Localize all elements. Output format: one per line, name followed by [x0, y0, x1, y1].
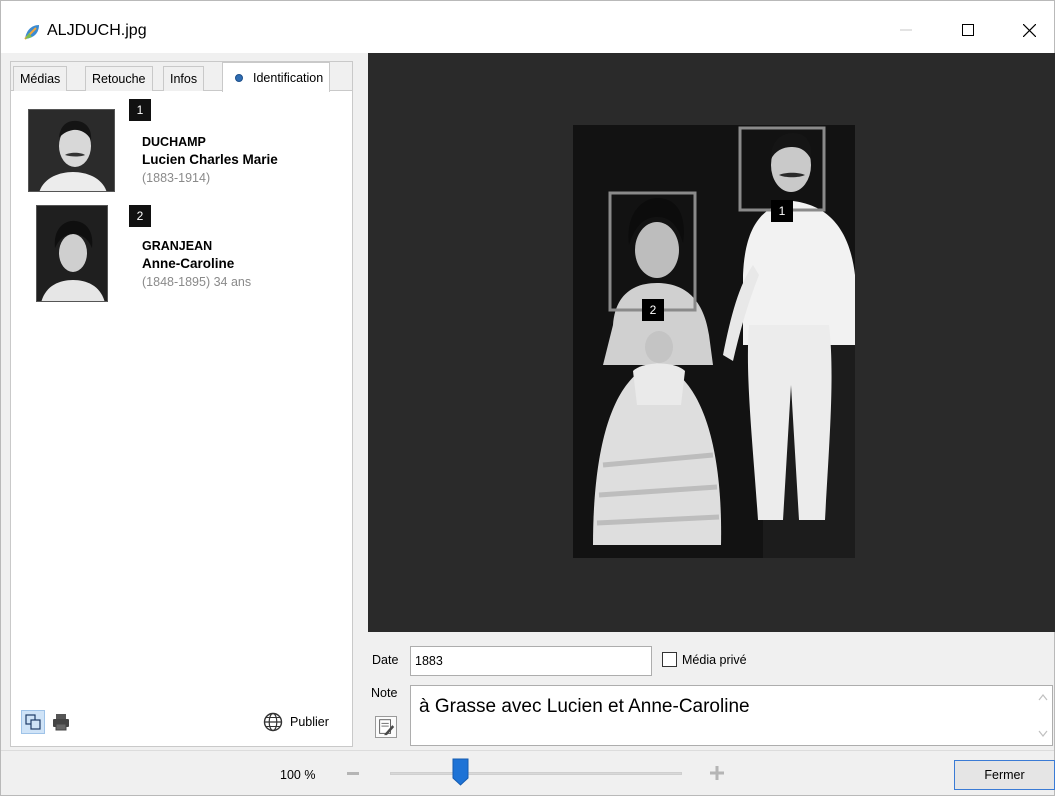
person-item[interactable]: 1 DUCHAMP Lucien Charles Marie (1883-191… — [11, 96, 351, 196]
family-photo-image — [573, 125, 855, 558]
private-media-label: Média privé — [682, 653, 747, 667]
person-dates: (1883-1914) — [142, 171, 211, 185]
person-number-badge: 2 — [129, 205, 151, 227]
person-last-name: DUCHAMP — [142, 135, 206, 149]
note-text: à Grasse avec Lucien et Anne-Caroline — [419, 696, 750, 717]
close-button[interactable]: Fermer — [954, 760, 1055, 790]
overlap-windows-icon — [25, 714, 41, 730]
date-field[interactable] — [410, 646, 652, 676]
minimize-button[interactable] — [883, 15, 929, 45]
face-number-badge[interactable]: 2 — [642, 299, 664, 321]
minimize-icon — [900, 29, 912, 31]
photo-viewer[interactable]: 1 2 — [368, 53, 1055, 632]
title-bar: ALJDUCH.jpg — [1, 1, 1054, 53]
publish-label: Publier — [290, 715, 329, 729]
tab-bar: Médias Retouche Infos Identification — [11, 62, 352, 92]
person-dates: (1848-1895) 34 ans — [142, 275, 252, 289]
maximize-button[interactable] — [945, 15, 991, 45]
person-number-badge: 1 — [129, 99, 151, 121]
person-first-names: Lucien Charles Marie — [142, 152, 278, 167]
family-photo: 1 2 — [573, 125, 855, 558]
tab-infos[interactable]: Infos — [163, 66, 205, 91]
zoom-in-icon[interactable] — [710, 766, 724, 780]
tab-retouche[interactable]: Retouche — [85, 66, 153, 91]
zoom-out-icon[interactable] — [347, 772, 359, 775]
private-media-checkbox[interactable] — [662, 652, 677, 667]
app-window: ALJDUCH.jpg Médias Retouche Infos Identi… — [0, 0, 1055, 796]
maximize-icon — [962, 24, 974, 36]
edit-note-icon[interactable] — [375, 716, 397, 738]
publish-button[interactable]: Publier — [263, 710, 329, 734]
close-window-button[interactable] — [1006, 15, 1052, 45]
date-label: Date — [372, 653, 399, 667]
note-label: Note — [371, 686, 398, 700]
portrait-thumbnail — [36, 205, 108, 302]
left-panel: Médias Retouche Infos Identification 1 D… — [10, 61, 353, 747]
note-textarea[interactable]: à Grasse avec Lucien et Anne-Caroline — [410, 685, 1053, 746]
zoom-slider-thumb[interactable] — [452, 758, 469, 786]
zoom-level: 100 % — [280, 768, 316, 782]
left-toolbar: Publier — [11, 708, 352, 746]
tab-identification[interactable]: Identification — [222, 62, 331, 92]
globe-icon — [263, 712, 283, 732]
app-leaf-icon — [24, 25, 39, 40]
window-title: ALJDUCH.jpg — [47, 22, 147, 39]
portrait-thumbnail — [28, 109, 115, 192]
layout-toggle-button[interactable] — [21, 710, 45, 734]
tab-medias[interactable]: Médias — [13, 66, 68, 91]
zoom-slider-track[interactable] — [390, 772, 682, 775]
close-icon — [1022, 23, 1036, 37]
woman-portrait-icon — [37, 206, 107, 301]
man-portrait-icon — [29, 110, 114, 191]
print-icon[interactable] — [51, 712, 71, 732]
person-item[interactable]: 2 GRANJEAN Anne-Caroline (1848-1895) 34 … — [11, 202, 351, 307]
face-number-badge[interactable]: 1 — [771, 200, 793, 222]
person-first-names: Anne-Caroline — [142, 256, 235, 271]
tab-identification-label: Identification — [253, 70, 324, 85]
active-dot-icon — [235, 73, 243, 82]
person-last-name: GRANJEAN — [142, 239, 213, 253]
note-scrollbar[interactable] — [1034, 686, 1052, 745]
status-bar: 100 % Fermer — [1, 750, 1055, 795]
